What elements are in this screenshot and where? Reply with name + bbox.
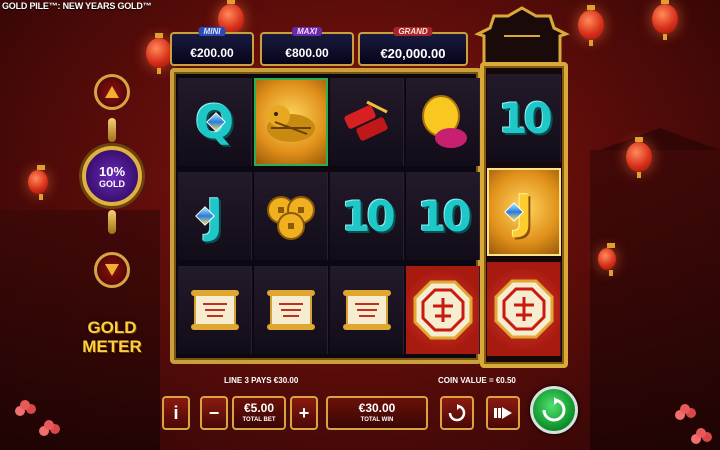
scroll-icon bbox=[266, 290, 315, 330]
lucky-octagon-icon bbox=[413, 280, 472, 340]
meter-spike-decoration bbox=[108, 210, 116, 234]
background-roof-right bbox=[600, 128, 720, 150]
jackpot-maxi: MAXI €800.00 bbox=[260, 27, 354, 66]
jackpot-grand-value: €20,000.00 bbox=[380, 46, 446, 61]
lantern-decoration bbox=[652, 0, 678, 40]
coins-icon bbox=[266, 196, 315, 240]
scroll-icon bbox=[342, 290, 391, 330]
gold-meter-percent: 10% bbox=[98, 163, 126, 179]
lantern-decoration bbox=[578, 5, 604, 46]
gold-ingot-icon bbox=[421, 95, 467, 148]
autoplay-button[interactable] bbox=[440, 396, 474, 430]
symbol-golden-tiger bbox=[254, 78, 328, 166]
meter-spike-decoration bbox=[108, 118, 116, 142]
blossom-decoration bbox=[696, 428, 706, 438]
reel-grid: Q J bbox=[170, 68, 482, 364]
symbol-firecracker bbox=[330, 78, 404, 166]
symbol-ten: 10 bbox=[487, 74, 561, 162]
meter-down-button[interactable] bbox=[94, 252, 130, 288]
total-win-value: €30.00 bbox=[358, 401, 396, 415]
symbol-red-lucky bbox=[487, 262, 561, 356]
pagoda-roof-icon bbox=[474, 6, 570, 66]
increase-bet-button[interactable]: + bbox=[290, 396, 318, 430]
firecracker-icon bbox=[343, 100, 388, 141]
symbol-red-lucky bbox=[406, 266, 480, 354]
blossom-decoration bbox=[20, 400, 30, 410]
symbol-j: J bbox=[178, 172, 252, 260]
decrease-bet-button[interactable]: − bbox=[200, 396, 228, 430]
jackpot-grand: GRAND €20,000.00 bbox=[358, 27, 468, 66]
total-win-panel: €30.00 TOTAL WIN bbox=[326, 396, 428, 430]
jackpot-mini: MINI €200.00 bbox=[170, 27, 254, 66]
gold-meter-word: GOLD bbox=[99, 178, 125, 189]
bonus-reel: 10 J bbox=[480, 62, 568, 368]
line-pays-text: LINE 3 PAYS €30.00 bbox=[224, 376, 299, 385]
tiger-icon bbox=[267, 105, 315, 142]
gold-meter-label: GOLD METER bbox=[82, 318, 142, 356]
scroll-icon bbox=[190, 290, 239, 330]
coin-value-text: COIN VALUE = €0.50 bbox=[438, 376, 516, 385]
lantern-decoration bbox=[626, 137, 652, 178]
lantern-decoration bbox=[598, 243, 616, 276]
total-bet-panel: €5.00 TOTAL BET bbox=[232, 396, 286, 430]
number-ten-icon: 10 bbox=[417, 191, 471, 241]
spin-arrow-icon bbox=[542, 397, 566, 422]
turbo-button[interactable] bbox=[486, 396, 520, 430]
info-button[interactable]: i bbox=[162, 396, 190, 430]
lucky-octagon-icon bbox=[494, 279, 553, 339]
total-bet-label: TOTAL BET bbox=[242, 417, 276, 423]
symbol-gold-ingot bbox=[406, 78, 480, 166]
letter-j-icon: J bbox=[504, 185, 533, 239]
gold-meter-dial: 10% GOLD bbox=[82, 146, 142, 206]
game-title: GOLD PILE™: NEW YEARS GOLD™ bbox=[2, 1, 152, 11]
background-building-right bbox=[590, 150, 720, 450]
jackpot-mini-label: MINI bbox=[198, 27, 226, 36]
blossom-decoration bbox=[680, 404, 690, 414]
spin-button[interactable] bbox=[530, 386, 578, 434]
jackpot-maxi-label: MAXI bbox=[292, 27, 322, 36]
jackpot-maxi-value: €800.00 bbox=[285, 46, 329, 60]
number-ten-icon: 10 bbox=[498, 93, 552, 143]
total-win-label: TOTAL WIN bbox=[360, 417, 394, 423]
blossom-decoration bbox=[44, 420, 54, 430]
symbol-scroll bbox=[178, 266, 252, 354]
number-ten-icon: 10 bbox=[341, 191, 395, 241]
symbol-q: Q bbox=[178, 78, 252, 166]
symbol-scroll bbox=[254, 266, 328, 354]
jackpot-mini-value: €200.00 bbox=[190, 46, 234, 60]
symbol-scroll bbox=[330, 266, 404, 354]
lantern-decoration bbox=[28, 165, 48, 200]
symbol-ten: 10 bbox=[330, 172, 404, 260]
symbol-ten: 10 bbox=[406, 172, 480, 260]
symbol-coins bbox=[254, 172, 328, 260]
triangle-up-icon bbox=[105, 86, 119, 98]
jackpot-grand-label: GRAND bbox=[393, 27, 433, 36]
letter-q-icon: Q bbox=[195, 95, 234, 149]
triangle-down-icon bbox=[105, 264, 119, 276]
total-bet-value: €5.00 bbox=[243, 401, 275, 415]
autoplay-icon bbox=[448, 404, 466, 422]
symbol-j-gold: J bbox=[487, 168, 561, 256]
meter-up-button[interactable] bbox=[94, 74, 130, 110]
fast-forward-icon bbox=[494, 407, 512, 419]
lantern-decoration bbox=[146, 33, 172, 74]
letter-j-icon: J bbox=[195, 189, 223, 243]
